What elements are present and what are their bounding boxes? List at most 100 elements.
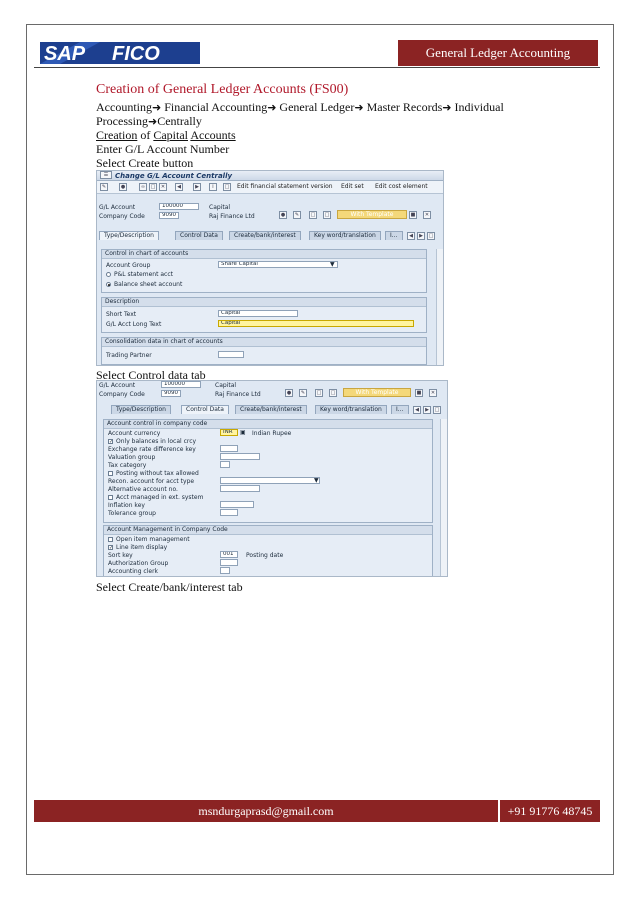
radio-balance-sheet[interactable] bbox=[106, 282, 111, 287]
tab-list-icon[interactable]: □ bbox=[433, 406, 441, 414]
group-title-account-management: Account Management in Company Code bbox=[104, 526, 432, 535]
glasses-icon[interactable]: ● bbox=[285, 389, 293, 397]
delete-icon[interactable]: ✕ bbox=[423, 211, 431, 219]
tab-type-description[interactable]: Type/Description bbox=[111, 405, 171, 414]
radio-pl-statement-label: P&L statement acct bbox=[114, 271, 173, 278]
company-code-label: Company Code bbox=[99, 391, 145, 398]
gl-account-input[interactable]: 100000 bbox=[159, 203, 199, 210]
tolerance-group-input[interactable] bbox=[220, 509, 238, 516]
menu-path-continued: Processing➜Centrally bbox=[96, 114, 202, 128]
sap-fico-logo: SAP FICO bbox=[40, 42, 200, 65]
trading-partner-input[interactable] bbox=[218, 351, 244, 358]
toolbar-edit-set[interactable]: Edit set bbox=[341, 183, 364, 190]
valuation-group-input[interactable] bbox=[220, 453, 260, 460]
alt-account-input[interactable] bbox=[220, 485, 260, 492]
information-icon[interactable]: i bbox=[209, 183, 217, 191]
next-icon[interactable]: ▶ bbox=[193, 183, 201, 191]
line-item-display-checkbox[interactable]: ✓ bbox=[108, 545, 113, 551]
tab-scroll-right-icon[interactable]: ▶ bbox=[423, 406, 431, 414]
save-icon[interactable]: ■ bbox=[409, 211, 417, 219]
group-title-control-chart: Control in chart of accounts bbox=[102, 250, 426, 259]
open-item-mgmt-label: Open item management bbox=[116, 536, 190, 543]
authorization-group-input[interactable] bbox=[220, 559, 238, 566]
sap-toolbar: ✎ ● ∞ □ ✕ ◀ ▶ i □ Edit financial stateme… bbox=[97, 181, 443, 194]
account-group-select[interactable]: Share Capital bbox=[218, 261, 338, 268]
pencil-icon[interactable]: ✎ bbox=[293, 211, 301, 219]
tab-scroll-left-icon[interactable]: ◀ bbox=[413, 406, 421, 414]
chevron-down-icon[interactable]: ▼ bbox=[330, 261, 335, 268]
tab-key-word-translation[interactable]: Key word/translation bbox=[309, 231, 381, 240]
copy-icon[interactable]: □ bbox=[323, 211, 331, 219]
search-help-icon[interactable]: ▣ bbox=[240, 429, 246, 436]
trading-partner-label: Trading Partner bbox=[106, 352, 152, 359]
acct-managed-ext-checkbox[interactable] bbox=[108, 495, 113, 500]
company-code-input[interactable]: 9090 bbox=[159, 212, 179, 219]
with-template-button[interactable]: With Template bbox=[343, 388, 411, 397]
sort-key-label: Sort key bbox=[108, 552, 133, 559]
sort-key-input[interactable]: 001 bbox=[220, 551, 238, 558]
company-name: Raj Finance Ltd bbox=[215, 391, 261, 398]
inflation-key-input[interactable] bbox=[220, 501, 254, 508]
tax-category-input[interactable] bbox=[220, 461, 230, 468]
posting-without-tax-checkbox[interactable] bbox=[108, 471, 113, 476]
menu-icon[interactable]: ☰ bbox=[100, 171, 112, 179]
page-icon[interactable]: □ bbox=[223, 183, 231, 191]
account-currency-input[interactable]: INR bbox=[220, 429, 238, 436]
exchange-rate-diff-input[interactable] bbox=[220, 445, 238, 452]
delete-icon[interactable]: ✕ bbox=[429, 389, 437, 397]
company-code-input[interactable]: 9090 bbox=[161, 390, 181, 397]
sap-title-bar: ☰ Change G/L Account Centrally bbox=[97, 171, 443, 181]
tab-key-word-translation[interactable]: Key word/translation bbox=[315, 405, 387, 414]
copy-icon[interactable]: □ bbox=[149, 183, 157, 191]
svg-text:FICO: FICO bbox=[112, 43, 160, 65]
save-icon[interactable]: ■ bbox=[415, 389, 423, 397]
long-text-input[interactable]: Capital bbox=[218, 320, 414, 327]
tab-create-bank-interest[interactable]: Create/bank/interest bbox=[235, 405, 307, 414]
step-select-create: Select Create button bbox=[96, 156, 194, 170]
toolbar-edit-fs-version[interactable]: Edit financial statement version bbox=[237, 183, 333, 190]
display-change-icon[interactable]: ✎ bbox=[100, 183, 108, 191]
group-control-chart: Control in chart of accounts Account Gro… bbox=[101, 249, 427, 293]
header-section-title: General Ledger Accounting bbox=[398, 40, 598, 66]
open-item-mgmt-checkbox[interactable] bbox=[108, 537, 113, 542]
accounting-clerk-input[interactable] bbox=[220, 567, 230, 574]
pencil-icon[interactable]: ✎ bbox=[299, 389, 307, 397]
tab-scroll-right-icon[interactable]: ▶ bbox=[417, 232, 425, 240]
tab-type-description[interactable]: Type/Description bbox=[99, 231, 159, 240]
short-text-input[interactable]: Capital bbox=[218, 310, 298, 317]
tab-scroll-left-icon[interactable]: ◀ bbox=[407, 232, 415, 240]
chevron-down-icon[interactable]: ▼ bbox=[314, 477, 319, 484]
recon-account-label: Recon. account for acct type bbox=[108, 478, 195, 485]
glasses-icon[interactable]: ● bbox=[279, 211, 287, 219]
arrow-icon: ➜ bbox=[354, 101, 364, 114]
vertical-scrollbar[interactable] bbox=[436, 249, 443, 365]
radio-pl-statement[interactable] bbox=[106, 272, 111, 277]
only-balances-local-checkbox[interactable]: ✓ bbox=[108, 439, 113, 445]
company-code-label: Company Code bbox=[99, 213, 145, 220]
gl-account-description: Capital bbox=[215, 382, 237, 389]
arrow-icon: ➜ bbox=[267, 101, 277, 114]
short-text-label: Short Text bbox=[106, 311, 137, 318]
link-icon[interactable]: ∞ bbox=[139, 183, 147, 191]
tax-category-label: Tax category bbox=[108, 462, 147, 469]
new-icon[interactable]: □ bbox=[309, 211, 317, 219]
tab-more[interactable]: I... bbox=[391, 405, 409, 414]
tab-more[interactable]: I... bbox=[385, 231, 403, 240]
account-group-label: Account Group bbox=[106, 262, 151, 269]
with-template-button[interactable]: With Template bbox=[337, 210, 407, 219]
recon-account-select[interactable] bbox=[220, 477, 320, 484]
tab-create-bank-interest[interactable]: Create/bank/interest bbox=[229, 231, 301, 240]
delete-icon[interactable]: ✕ bbox=[159, 183, 167, 191]
new-icon[interactable]: □ bbox=[315, 389, 323, 397]
group-title-account-control: Account control in company code bbox=[104, 420, 432, 429]
vertical-scrollbar[interactable] bbox=[440, 419, 447, 576]
tab-control-data[interactable]: Control Data bbox=[175, 231, 223, 240]
sap-screen-title: Change G/L Account Centrally bbox=[115, 172, 233, 180]
copy-icon[interactable]: □ bbox=[329, 389, 337, 397]
glasses-icon[interactable]: ● bbox=[119, 183, 127, 191]
prev-icon[interactable]: ◀ bbox=[175, 183, 183, 191]
tab-list-icon[interactable]: □ bbox=[427, 232, 435, 240]
tab-control-data[interactable]: Control Data bbox=[181, 405, 229, 414]
gl-account-input[interactable]: 100000 bbox=[161, 381, 201, 388]
toolbar-edit-cost-element[interactable]: Edit cost element bbox=[375, 183, 428, 190]
